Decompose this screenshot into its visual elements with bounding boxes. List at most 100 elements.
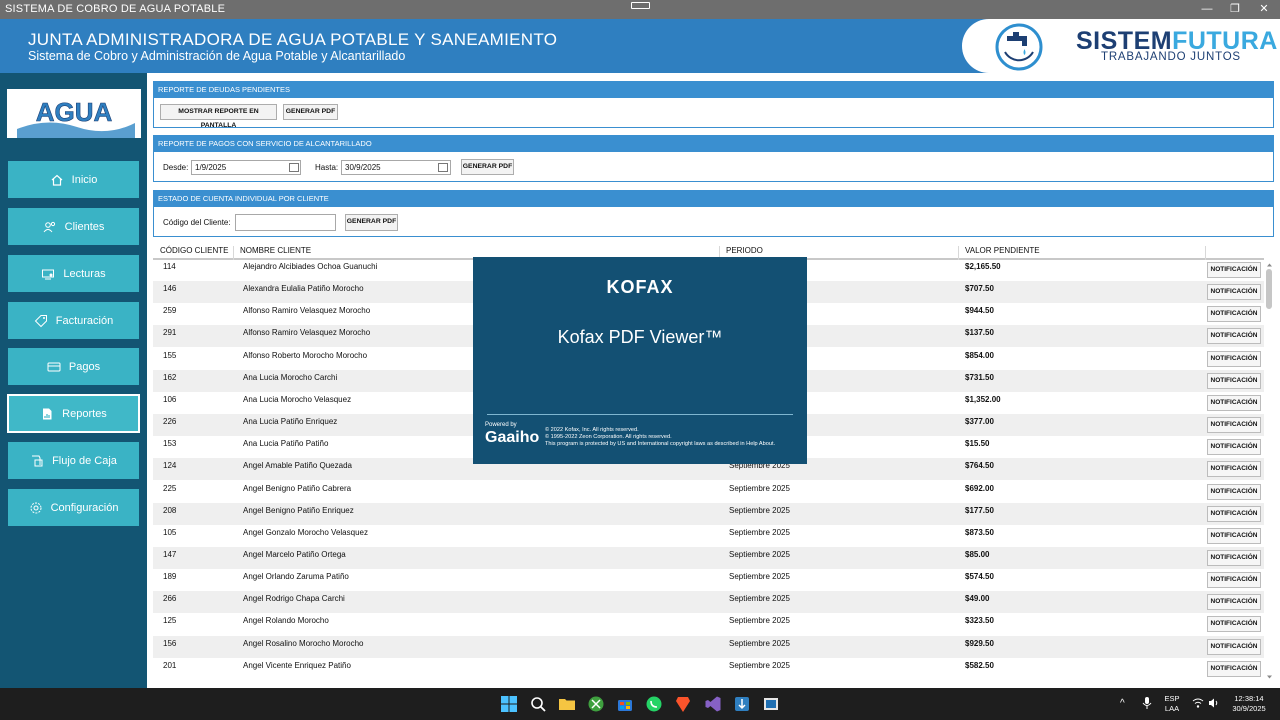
cell-codigo: 189 bbox=[163, 572, 177, 582]
whatsapp-icon[interactable] bbox=[645, 695, 663, 713]
cell-codigo: 114 bbox=[163, 262, 176, 271]
running-app-icon[interactable] bbox=[733, 695, 751, 713]
sidebar-item-clientes[interactable]: Clientes bbox=[8, 208, 139, 245]
cell-periodo: Septiembre 2025 bbox=[729, 638, 790, 648]
cell-valor: $582.50 bbox=[965, 660, 994, 670]
pagos-generate-pdf-button[interactable]: GENERAR PDF bbox=[461, 159, 514, 175]
codigo-cliente-input[interactable] bbox=[235, 214, 336, 231]
window-handle-icon[interactable] bbox=[631, 2, 650, 9]
cell-valor: $764.50 bbox=[965, 461, 994, 471]
scrollbar-thumb[interactable] bbox=[1266, 269, 1272, 309]
codigo-cliente-label: Código del Cliente: bbox=[163, 218, 231, 227]
app-window: SISTEMA DE COBRO DE AGUA POTABLE — ❐ ✕ J… bbox=[0, 0, 1280, 720]
cell-nombre: Angel Rosalino Morocho Morocho bbox=[243, 638, 364, 648]
visual-studio-icon[interactable] bbox=[704, 695, 722, 713]
show-report-button[interactable]: MOSTRAR REPORTE EN PANTALLA bbox=[160, 104, 277, 129]
notificacion-button[interactable]: NOTIFICACIÓN bbox=[1207, 527, 1261, 544]
cell-nombre: Alexandra Eulalia Patiño Morocho bbox=[243, 284, 364, 294]
sidebar-item-pagos[interactable]: Pagos bbox=[8, 348, 139, 385]
tag-icon bbox=[34, 314, 47, 327]
sidebar-item-lecturas[interactable]: Lecturas bbox=[8, 255, 139, 292]
notificacion-button[interactable]: NOTIFICACIÓN bbox=[1207, 572, 1261, 589]
wifi-icon[interactable] bbox=[1192, 697, 1204, 709]
table-row[interactable]: 189 Angel Orlando Zaruma Patiño Septiembre… bbox=[153, 569, 1264, 591]
cell-codigo: 259 bbox=[163, 306, 177, 316]
estado-generate-pdf-button[interactable]: GENERAR PDF bbox=[345, 214, 398, 231]
cell-nombre: Angel Vicente Enriquez Patiño bbox=[243, 660, 351, 670]
table-row[interactable]: 266 Angel Rodrigo Chapa Carchi Septiembre … bbox=[153, 591, 1264, 614]
file-explorer-icon[interactable] bbox=[558, 695, 576, 713]
notificacion-button[interactable]: NOTIFICACIÓN bbox=[1207, 660, 1261, 677]
calendar-icon[interactable] bbox=[289, 163, 299, 172]
search-icon[interactable] bbox=[529, 695, 547, 713]
windows-start-icon[interactable] bbox=[500, 695, 518, 713]
sidebar-item-inicio[interactable]: Inicio bbox=[8, 161, 139, 198]
language-indicator[interactable]: ESP LAA bbox=[1160, 694, 1184, 714]
table-row[interactable]: 201 Angel Vicente Enriquez Patiño Septiemb… bbox=[153, 658, 1264, 680]
header-title: JUNTA ADMINISTRADORA DE AGUA POTABLE Y S… bbox=[28, 30, 558, 49]
store-icon[interactable] bbox=[616, 695, 634, 713]
microphone-icon[interactable] bbox=[1140, 696, 1154, 710]
pdf-viewer-icon[interactable] bbox=[762, 695, 780, 713]
notificacion-button[interactable]: NOTIFICACIÓN bbox=[1207, 284, 1261, 301]
cell-codigo: 225 bbox=[163, 483, 177, 493]
cell-nombre: Angel Rolando Morocho bbox=[243, 616, 329, 626]
deudas-generate-pdf-button[interactable]: GENERAR PDF bbox=[283, 104, 338, 120]
notificacion-button[interactable]: NOTIFICACIÓN bbox=[1207, 328, 1261, 345]
card-icon bbox=[47, 362, 61, 371]
notificacion-button[interactable]: NOTIFICACIÓN bbox=[1207, 549, 1261, 566]
notificacion-button[interactable]: NOTIFICACIÓN bbox=[1207, 306, 1261, 323]
column-header-nombre: NOMBRE CLIENTE bbox=[233, 246, 311, 260]
close-button[interactable]: ✕ bbox=[1250, 1, 1278, 18]
table-row[interactable]: 208 Angel Benigno Patiño Enriquez Septiemb… bbox=[153, 502, 1264, 525]
notificacion-button[interactable]: NOTIFICACIÓN bbox=[1207, 594, 1261, 611]
sidebar-item-flujo-de-caja[interactable]: Flujo de Caja bbox=[8, 442, 139, 479]
table-row[interactable]: 156 Angel Rosalino Morocho Morocho Septiem… bbox=[153, 635, 1264, 658]
table-row[interactable]: 225 Angel Benigno Patiño Cabrera Septiembr… bbox=[153, 481, 1264, 503]
sidebar-item-configuracion[interactable]: Configuración bbox=[8, 489, 139, 526]
minimize-button[interactable]: — bbox=[1193, 1, 1221, 18]
notificacion-button[interactable]: NOTIFICACIÓN bbox=[1207, 394, 1261, 411]
notificacion-button[interactable]: NOTIFICACIÓN bbox=[1207, 483, 1261, 500]
notificacion-button[interactable]: NOTIFICACIÓN bbox=[1207, 262, 1261, 278]
cell-codigo: 155 bbox=[163, 350, 177, 360]
notificacion-button[interactable]: NOTIFICACIÓN bbox=[1207, 417, 1261, 434]
notificacion-button[interactable]: NOTIFICACIÓN bbox=[1207, 616, 1261, 633]
brave-browser-icon[interactable] bbox=[674, 695, 692, 713]
notificacion-button[interactable]: NOTIFICACIÓN bbox=[1207, 461, 1261, 478]
table-scrollbar[interactable] bbox=[1265, 262, 1274, 682]
desde-date-input[interactable]: 1/9/2025 bbox=[191, 160, 301, 175]
tray-chevron-icon[interactable]: ^ bbox=[1120, 699, 1125, 709]
water-tap-logo-icon bbox=[995, 23, 1043, 71]
cell-valor: $873.50 bbox=[965, 527, 994, 537]
cell-codigo: 208 bbox=[163, 505, 177, 515]
table-row[interactable]: 105 Angel Gonzalo Morocho Velasquez Septie… bbox=[153, 525, 1264, 547]
sidebar-item-label: Lecturas bbox=[63, 267, 106, 280]
cell-valor: $574.50 bbox=[965, 572, 994, 582]
notificacion-button[interactable]: NOTIFICACIÓN bbox=[1207, 505, 1261, 522]
report-icon bbox=[43, 408, 52, 419]
notificacion-button[interactable]: NOTIFICACIÓN bbox=[1207, 372, 1261, 389]
kofax-logo: KOFAX bbox=[606, 277, 674, 297]
kofax-splash-window: KOFAX Kofax PDF Viewer™ Powered by Gaaih… bbox=[473, 257, 807, 464]
calendar-icon[interactable] bbox=[438, 163, 448, 172]
header-subtitle: Sistema de Cobro y Administración de Agu… bbox=[28, 49, 406, 63]
cashflow-icon bbox=[32, 455, 43, 466]
cell-valor: $731.50 bbox=[965, 372, 994, 382]
xbox-icon[interactable] bbox=[587, 695, 605, 713]
system-clock[interactable]: 12:38:14 30/9/2025 bbox=[1226, 694, 1272, 714]
notificacion-button[interactable]: NOTIFICACIÓN bbox=[1207, 638, 1261, 655]
maximize-button[interactable]: ❐ bbox=[1221, 1, 1249, 18]
hasta-date-input[interactable]: 30/9/2025 bbox=[341, 160, 451, 175]
column-header-valor: VALOR PENDIENTE bbox=[958, 246, 1040, 260]
notificacion-button[interactable]: NOTIFICACIÓN bbox=[1207, 439, 1261, 456]
volume-icon[interactable] bbox=[1208, 697, 1220, 709]
sidebar-item-reportes[interactable]: Reportes bbox=[7, 394, 140, 433]
table-row[interactable]: 147 Angel Marcelo Patiño Ortega Septiembre… bbox=[153, 546, 1264, 569]
sidebar-item-facturacion[interactable]: Facturación bbox=[8, 302, 139, 339]
hasta-label: Hasta: bbox=[315, 163, 339, 172]
table-row[interactable]: 125 Angel Rolando Morocho Septiembre 2025 $… bbox=[153, 613, 1264, 635]
cell-valor: $854.00 bbox=[965, 350, 994, 360]
section-title: REPORTE DE PAGOS CON SERVICIO DE ALCANTA… bbox=[154, 136, 1273, 152]
notificacion-button[interactable]: NOTIFICACIÓN bbox=[1207, 350, 1261, 367]
